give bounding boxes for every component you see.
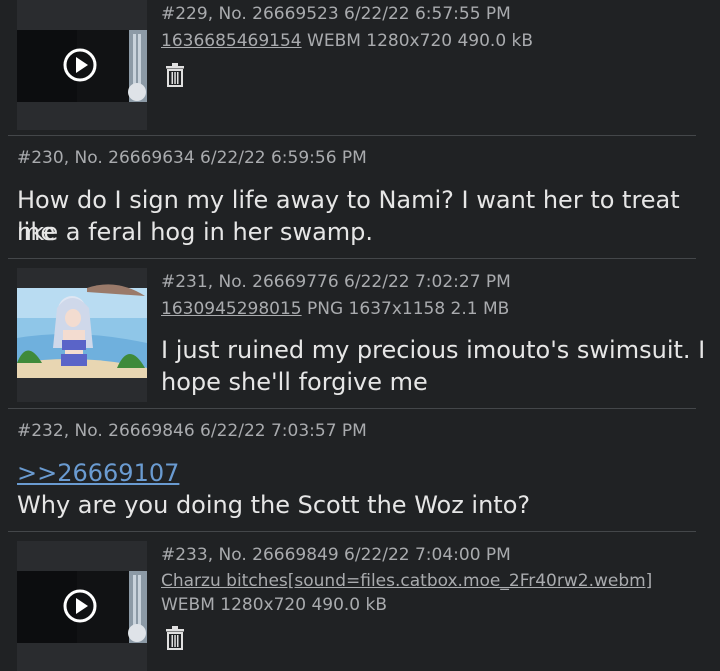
post-body-line: I just ruined my precious imouto's swims…	[161, 336, 706, 364]
file-link[interactable]: 1636685469154	[161, 31, 302, 51]
post-divider	[8, 135, 696, 136]
image-thumbnail[interactable]	[17, 268, 147, 402]
trash-icon[interactable]	[164, 626, 186, 650]
quote-link-line: >>26669107	[17, 457, 179, 489]
play-icon[interactable]	[63, 589, 97, 623]
post-divider	[8, 531, 696, 532]
video-thumbnail[interactable]	[17, 0, 147, 130]
file-link[interactable]: 1630945298015	[161, 299, 302, 319]
file-details: WEBM 1280x720 490.0 kB	[161, 595, 388, 615]
image-preview	[17, 268, 147, 402]
file-link[interactable]: Charzu bitches[sound=files.catbox.moe_2F…	[161, 571, 652, 591]
post-divider	[8, 408, 696, 409]
file-details: WEBM 1280x720 490.0 kB	[301, 31, 534, 51]
file-info: 1636685469154 WEBM 1280x720 490.0 kB	[161, 30, 533, 52]
post-meta: #229, No. 26669523 6/22/22 6:57:55 PM	[161, 4, 511, 24]
file-info: 1630945298015 PNG 1637x1158 2.1 MB	[161, 298, 509, 320]
thread-feed: #229, No. 26669523 6/22/22 6:57:55 PM 16…	[0, 0, 720, 671]
file-details: PNG 1637x1158 2.1 MB	[301, 299, 510, 319]
post-divider	[8, 258, 696, 259]
play-icon[interactable]	[63, 48, 97, 82]
quote-link[interactable]: >>26669107	[17, 459, 179, 487]
video-thumbnail[interactable]	[17, 541, 147, 671]
post-body-line: like a feral hog in her swamp.	[17, 218, 374, 246]
post-meta: #233, No. 26669849 6/22/22 7:04:00 PM	[161, 545, 511, 565]
trash-icon[interactable]	[164, 63, 186, 87]
post-body-line: Why are you doing the Scott the Woz into…	[17, 491, 531, 519]
file-name: Charzu bitches[sound=files.catbox.moe_2F…	[161, 570, 652, 592]
post-body-line: hope she'll forgive me	[161, 368, 428, 396]
post-meta: #230, No. 26669634 6/22/22 6:59:56 PM	[17, 148, 367, 168]
post-meta: #231, No. 26669776 6/22/22 7:02:27 PM	[161, 272, 511, 292]
post-meta: #232, No. 26669846 6/22/22 7:03:57 PM	[17, 421, 367, 441]
